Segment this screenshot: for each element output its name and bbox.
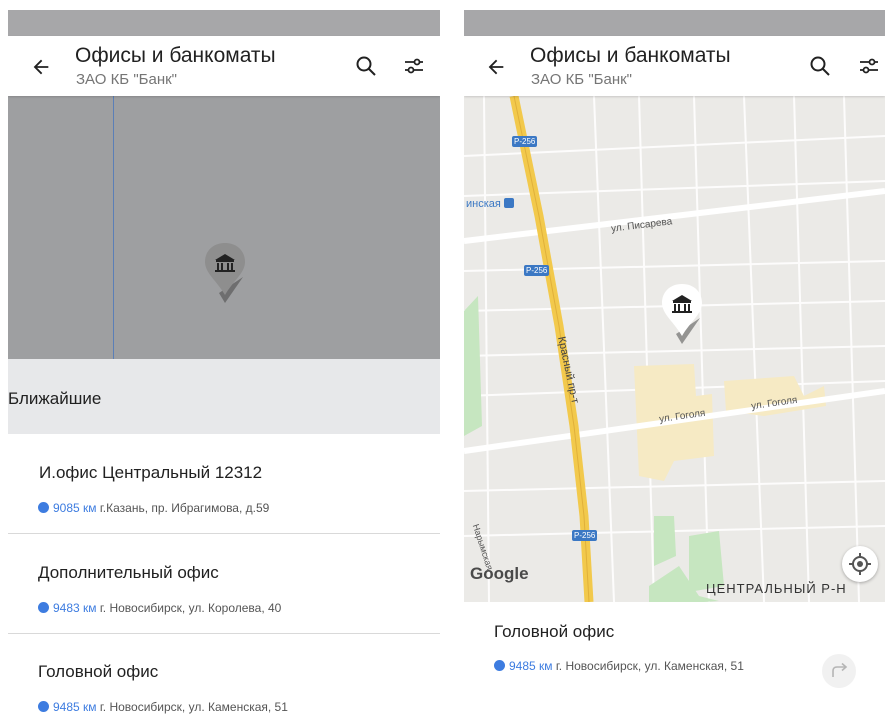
road-shield: Р-256 [572, 530, 598, 541]
page-title: Офисы и банкоматы [530, 44, 731, 67]
office-name: Головной офис [38, 662, 159, 681]
map-grid-line [113, 96, 114, 359]
office-distance: 9485 км [53, 700, 97, 714]
google-logo: Google [470, 564, 529, 583]
map-canvas [464, 96, 885, 602]
right-screen: Офисы и банкоматы ЗАО КБ "Банк" Р-256 Р-… [464, 10, 885, 722]
back-arrow-icon[interactable] [30, 56, 52, 78]
office-list-item[interactable]: И.офис Центральный 12312 9085 км г.Казан… [8, 435, 440, 534]
app-bar: Офисы и банкоматы ЗАО КБ "Банк" [464, 36, 885, 96]
map-view[interactable]: Р-256 Р-256 Р-256 инская ул. Писарева Кр… [464, 96, 885, 602]
office-distance: 9485 км [509, 659, 553, 673]
map-label-district: ЦЕНТРАЛЬНЫЙ Р-Н [706, 581, 847, 596]
section-title: Ближайшие [8, 389, 102, 408]
office-name: И.офис Центральный 12312 [39, 463, 263, 482]
filter-icon[interactable] [857, 54, 881, 78]
page-subtitle: ЗАО КБ "Банк" [76, 71, 178, 88]
search-icon[interactable] [808, 54, 832, 78]
office-address: г. Новосибирск, ул. Королева, 40 [99, 601, 282, 615]
office-list-item[interactable]: Дополнительный офис 9483 км г. Новосибир… [8, 534, 440, 633]
my-location-button[interactable] [842, 546, 878, 582]
page-subtitle: ЗАО КБ "Банк" [531, 71, 633, 88]
office-meta: 9485 км г. Новосибирск, ул. Каменская, 5… [38, 700, 288, 714]
metro-icon [503, 198, 514, 208]
office-meta: 9483 км г. Новосибирск, ул. Королева, 40 [38, 601, 281, 615]
office-name: Головной офис [494, 622, 615, 641]
selected-office-card[interactable]: Головной офис 9485 км г. Новосибирск, ул… [464, 602, 885, 722]
back-arrow-icon[interactable] [485, 56, 507, 78]
route-button[interactable] [822, 654, 856, 688]
office-list-item[interactable]: Головной офис 9485 км г. Новосибирск, ул… [8, 634, 440, 722]
map-label-metro: инская [466, 198, 514, 210]
search-icon[interactable] [354, 54, 378, 78]
location-pin-icon [38, 701, 49, 712]
section-header: Ближайшие [8, 359, 440, 434]
office-name: Дополнительный офис [38, 563, 219, 582]
app-bar: Офисы и банкоматы ЗАО КБ "Банк" [8, 36, 440, 96]
my-location-icon [849, 553, 871, 575]
office-meta: 9085 км г.Казань, пр. Ибрагимова, д.59 [38, 501, 269, 515]
office-address: г. Новосибирск, ул. Каменская, 51 [555, 659, 744, 673]
bank-marker[interactable] [203, 243, 247, 305]
status-bar [464, 10, 885, 36]
office-address: г. Новосибирск, ул. Каменская, 51 [99, 700, 288, 714]
page-title: Офисы и банкоматы [75, 44, 276, 67]
office-distance: 9085 км [53, 501, 97, 515]
filter-icon[interactable] [402, 54, 426, 78]
status-bar [8, 10, 440, 36]
office-meta: 9485 км г. Новосибирск, ул. Каменская, 5… [494, 659, 744, 673]
left-screen: Офисы и банкоматы ЗАО КБ "Банк" Ближайши… [8, 10, 440, 722]
location-pin-icon [38, 502, 49, 513]
route-icon [832, 662, 848, 677]
road-shield: Р-256 [512, 136, 538, 147]
location-pin-icon [38, 602, 49, 613]
bank-marker[interactable] [660, 284, 704, 346]
office-distance: 9483 км [53, 601, 97, 615]
road-shield: Р-256 [524, 265, 550, 276]
location-pin-icon [494, 660, 505, 671]
map-view[interactable] [8, 96, 440, 359]
office-address: г.Казань, пр. Ибрагимова, д.59 [99, 501, 270, 515]
